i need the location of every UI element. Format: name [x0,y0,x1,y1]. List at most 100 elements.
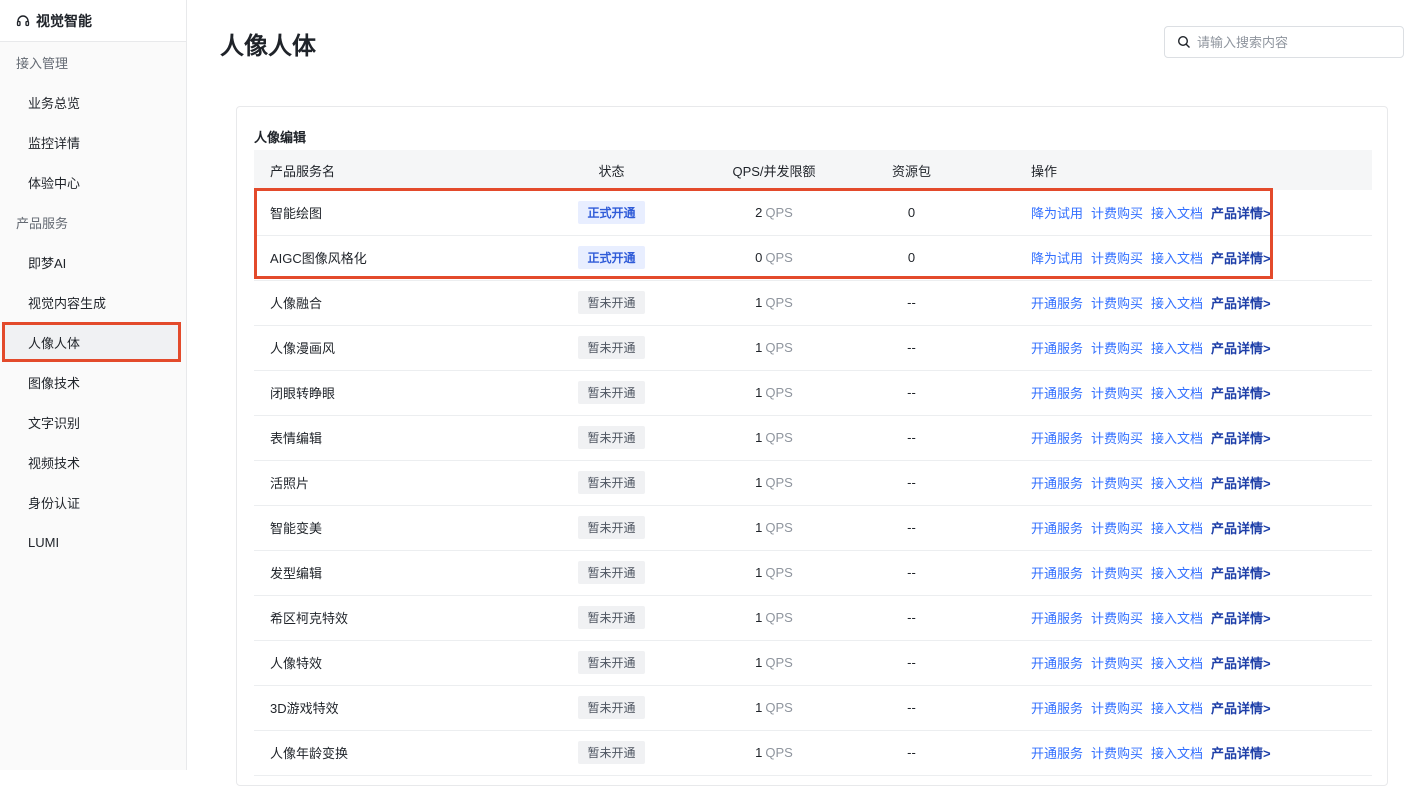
primary-action-link[interactable]: 降为试用 [1031,251,1083,266]
billing-purchase-link[interactable]: 计费购买 [1091,656,1143,671]
nav-group-label: 产品服务 [16,215,69,231]
product-detail-link[interactable]: 产品详情> [1211,476,1271,491]
status-badge: 暂未开通 [578,561,645,584]
search-input[interactable] [1197,34,1397,50]
billing-purchase-link[interactable]: 计费购买 [1091,251,1143,266]
status-badge: 暂未开通 [578,471,645,494]
resource-package: 0 [907,250,916,265]
table-row: 闭眼转睁眼 暂未开通 1 QPS -- 开通服务 计费购买 接入文档 产品详情> [254,370,1372,415]
api-docs-link[interactable]: 接入文档 [1151,746,1203,761]
qps-cell: 1 QPS [669,505,879,550]
primary-action-link[interactable]: 开通服务 [1031,296,1083,311]
product-detail-link[interactable]: 产品详情> [1211,386,1271,401]
product-detail-link[interactable]: 产品详情> [1211,566,1271,581]
primary-action-link[interactable]: 开通服务 [1031,341,1083,356]
billing-purchase-link[interactable]: 计费购买 [1091,521,1143,536]
sidebar-item[interactable]: 即梦AI [0,242,186,282]
product-detail-link[interactable]: 产品详情> [1211,251,1271,266]
primary-action-link[interactable]: 开通服务 [1031,701,1083,716]
table-row: 智能绘图 正式开通 2 QPS 0 降为试用 计费购买 接入文档 产品详情> [254,190,1372,235]
primary-action-link[interactable]: 降为试用 [1031,206,1083,221]
primary-action-link[interactable]: 开通服务 [1031,431,1083,446]
billing-purchase-link[interactable]: 计费购买 [1091,701,1143,716]
qps-value: 1 [755,475,763,490]
api-docs-link[interactable]: 接入文档 [1151,521,1203,536]
product-detail-link[interactable]: 产品详情> [1211,656,1271,671]
qps-cell: 1 QPS [669,280,879,325]
primary-action-link[interactable]: 开通服务 [1031,746,1083,761]
sidebar-item[interactable]: 体验中心 [0,162,186,202]
column-header: QPS/并发限额 [732,163,816,179]
search-box[interactable] [1164,26,1404,58]
service-name: AIGC图像风格化 [270,251,367,266]
billing-purchase-link[interactable]: 计费购买 [1091,566,1143,581]
qps-unit: QPS [765,610,793,625]
sidebar-item[interactable]: 视觉内容生成 [0,282,186,322]
api-docs-link[interactable]: 接入文档 [1151,296,1203,311]
table-row: 希区柯克特效 暂未开通 1 QPS -- 开通服务 计费购买 接入文档 产品详情> [254,595,1372,640]
billing-purchase-link[interactable]: 计费购买 [1091,341,1143,356]
sidebar-item[interactable]: 文字识别 [0,402,186,442]
sidebar-item[interactable]: 身份认证 [0,482,186,522]
product-detail-link[interactable]: 产品详情> [1211,521,1271,536]
billing-purchase-link[interactable]: 计费购买 [1091,476,1143,491]
primary-action-link[interactable]: 开通服务 [1031,521,1083,536]
api-docs-link[interactable]: 接入文档 [1151,611,1203,626]
product-detail-link[interactable]: 产品详情> [1211,611,1271,626]
product-detail-link[interactable]: 产品详情> [1211,701,1271,716]
sidebar-item[interactable]: 视频技术 [0,442,186,482]
api-docs-link[interactable]: 接入文档 [1151,566,1203,581]
billing-purchase-link[interactable]: 计费购买 [1091,746,1143,761]
product-detail-link[interactable]: 产品详情> [1211,746,1271,761]
table-row: 人像特效 暂未开通 1 QPS -- 开通服务 计费购买 接入文档 产品详情> [254,640,1372,685]
resource-package: -- [907,700,916,715]
api-docs-link[interactable]: 接入文档 [1151,386,1203,401]
status-badge: 暂未开通 [578,426,645,449]
api-docs-link[interactable]: 接入文档 [1151,431,1203,446]
status-badge: 暂未开通 [578,336,645,359]
api-docs-link[interactable]: 接入文档 [1151,341,1203,356]
qps-cell: 1 QPS [669,325,879,370]
api-docs-link[interactable]: 接入文档 [1151,701,1203,716]
service-name: 表情编辑 [270,431,323,446]
primary-action-link[interactable]: 开通服务 [1031,476,1083,491]
sidebar: 视觉智能 接入管理 业务总览 监控详情 体验中心 产品服务 即梦AI 视觉内容生成 人像人体图… [0,0,187,770]
status-cell: 暂未开通 [554,370,669,415]
sidebar-item[interactable]: LUMI [0,522,186,562]
sidebar-item[interactable]: 业务总览 [0,82,186,122]
resource-package: -- [907,655,916,670]
column-header: 状态 [598,163,625,179]
product-detail-link[interactable]: 产品详情> [1211,341,1271,356]
product-detail-link[interactable]: 产品详情> [1211,296,1271,311]
product-detail-link[interactable]: 产品详情> [1211,206,1271,221]
resource-package: -- [907,430,916,445]
billing-purchase-link[interactable]: 计费购买 [1091,386,1143,401]
table-row: 人像年龄变换 暂未开通 1 QPS -- 开通服务 计费购买 接入文档 产品详情> [254,730,1372,775]
api-docs-link[interactable]: 接入文档 [1151,206,1203,221]
primary-action-link[interactable]: 开通服务 [1031,611,1083,626]
sidebar-item[interactable]: 图像技术 [0,362,186,402]
primary-action-link[interactable]: 开通服务 [1031,656,1083,671]
operations-cell: 开通服务 计费购买 接入文档 产品详情> [944,280,1372,325]
service-name: 人像特效 [270,656,323,671]
sidebar-item[interactable]: 人像人体 [2,322,181,362]
primary-action-link[interactable]: 开通服务 [1031,386,1083,401]
service-name: 活照片 [270,476,310,491]
billing-purchase-link[interactable]: 计费购买 [1091,611,1143,626]
api-docs-link[interactable]: 接入文档 [1151,476,1203,491]
operations-cell: 开通服务 计费购买 接入文档 产品详情> [944,505,1372,550]
billing-purchase-link[interactable]: 计费购买 [1091,206,1143,221]
status-cell: 暂未开通 [554,595,669,640]
api-docs-link[interactable]: 接入文档 [1151,656,1203,671]
product-detail-link[interactable]: 产品详情> [1211,431,1271,446]
status-badge: 正式开通 [578,246,645,269]
qps-unit: QPS [765,475,793,490]
sidebar-item[interactable]: 监控详情 [0,122,186,162]
primary-action-link[interactable]: 开通服务 [1031,566,1083,581]
billing-purchase-link[interactable]: 计费购买 [1091,431,1143,446]
main-content: 人像人体 人像编辑 产品服务名 状态 QPS/并发限额 资源包 操作 智能绘图正… [188,0,1406,786]
brand[interactable]: 视觉智能 [0,0,186,42]
qps-unit: QPS [765,655,793,670]
billing-purchase-link[interactable]: 计费购买 [1091,296,1143,311]
api-docs-link[interactable]: 接入文档 [1151,251,1203,266]
